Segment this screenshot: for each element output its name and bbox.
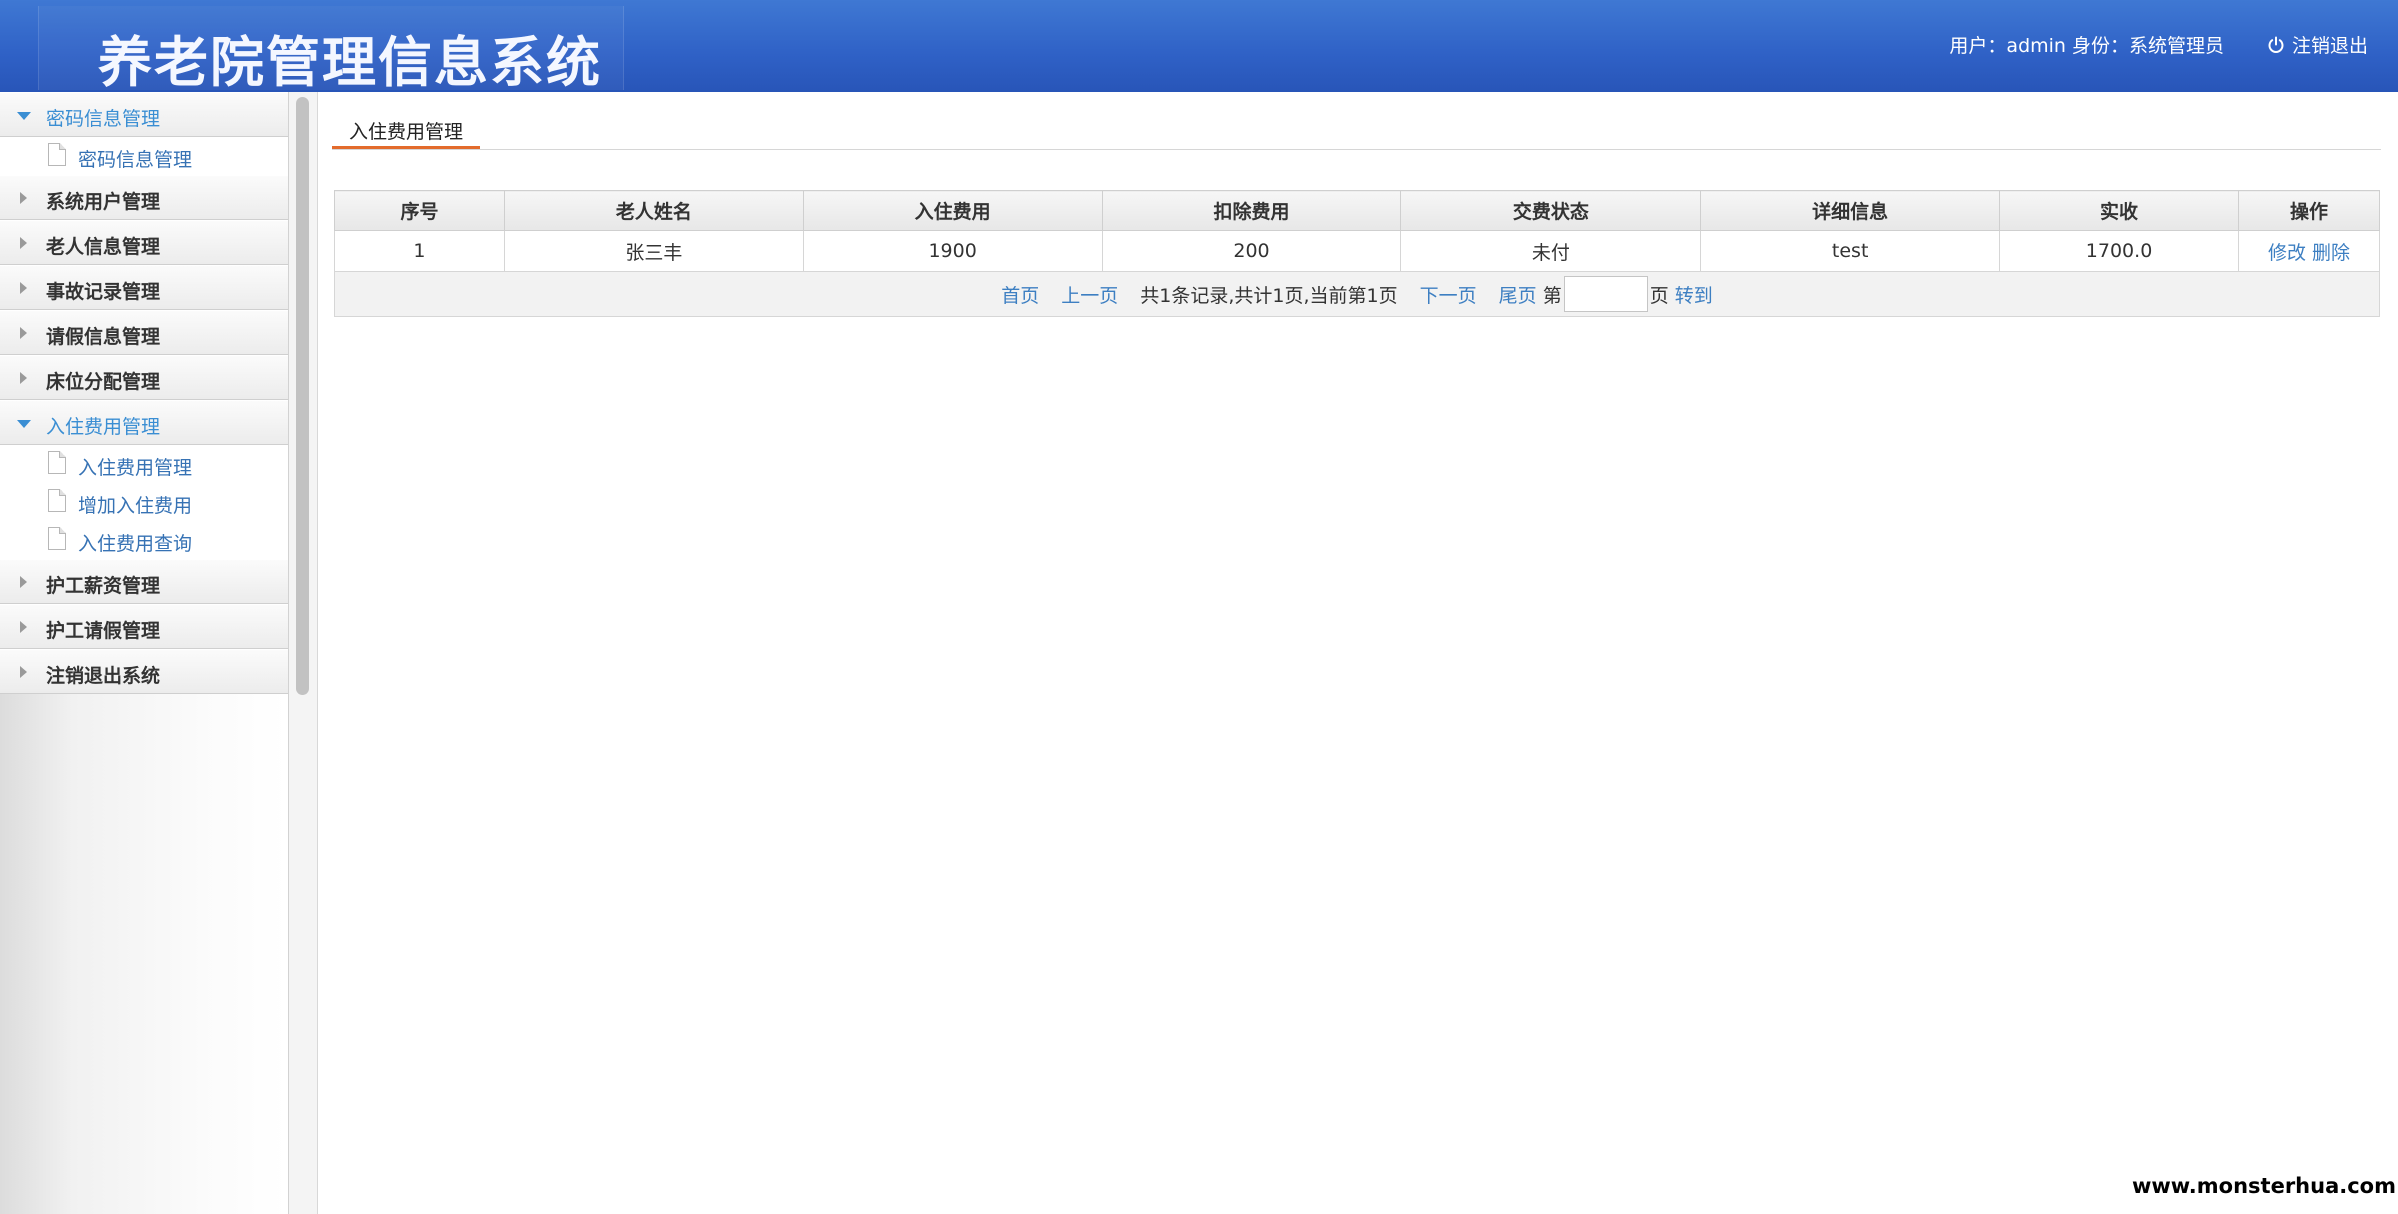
menu-group-bed-allocation[interactable]: 床位分配管理 [0,355,288,400]
menu-group-label: 密码信息管理 [46,108,161,130]
menu-group-password[interactable]: 密码信息管理 [0,92,288,137]
cell-name: 张三丰 [503,230,804,272]
user-info: 用户：admin 身份：系统管理员 [1949,35,2224,57]
pager-summary: 共1条记录,共计1页,当前第1页 [1140,284,1398,307]
cell-status: 未付 [1400,230,1702,272]
menu-group-accident-records[interactable]: 事故记录管理 [0,265,288,310]
tab-bar: 入住费用管理 [332,112,2381,150]
submenu-checkin-fees: 入住费用管理 增加入住费用 入住费用查询 [0,445,288,559]
menu-group-caregiver-leave[interactable]: 护工请假管理 [0,604,288,649]
submenu-item-label: 密码信息管理 [78,149,193,171]
column-header: 序号 [334,190,505,231]
submenu-item-fee-query[interactable]: 入住费用查询 [0,521,288,559]
power-icon [2268,36,2284,53]
submenu-item-label: 入住费用管理 [78,457,193,479]
top-header: 养老院管理信息系统 用户：admin 身份：系统管理员 注销退出 [0,0,2398,94]
submenu-item-password-manage[interactable]: 密码信息管理 [0,137,288,175]
column-header: 入住费用 [802,190,1103,231]
cell-no: 1 [334,230,505,272]
collapsed-arrow-icon [20,327,27,339]
column-header: 操作 [2237,190,2381,231]
submenu-item-add-fee[interactable]: 增加入住费用 [0,483,288,521]
submenu-password: 密码信息管理 [0,137,288,175]
menu-group-label: 护工薪资管理 [46,575,161,597]
prev-page-link[interactable]: 上一页 [1061,281,1118,308]
submenu-item-label: 增加入住费用 [78,495,193,517]
first-page-link[interactable]: 首页 [1001,281,1039,308]
menu-group-caregiver-salary[interactable]: 护工薪资管理 [0,559,288,604]
column-header: 实收 [1999,190,2239,231]
menu-group-label: 护工请假管理 [46,620,161,642]
next-page-link[interactable]: 下一页 [1420,281,1477,308]
collapsed-arrow-icon [20,621,27,633]
collapsed-arrow-icon [20,372,27,384]
collapsed-arrow-icon [20,282,27,294]
cell-actual: 1700.0 [1999,230,2239,272]
menu-group-label: 请假信息管理 [46,326,161,348]
collapsed-arrow-icon [20,576,27,588]
logout-button[interactable]: 注销退出 [2266,31,2368,58]
menu-group-system-users[interactable]: 系统用户管理 [0,175,288,220]
tab-fee-manage[interactable]: 入住费用管理 [332,112,480,149]
pager: 首页 上一页 共1条记录,共计1页,当前第1页 下一页 尾页 第 页 转到 [334,271,2380,317]
menu-group-logout-system[interactable]: 注销退出系统 [0,649,288,694]
menu-group-label: 入住费用管理 [46,416,161,438]
menu-group-label: 老人信息管理 [46,236,161,258]
submenu-item-label: 入住费用查询 [78,533,193,555]
collapsed-arrow-icon [20,192,27,204]
table-row: 1 张三丰 1900 200 未付 test 1700.0 修改 删除 [334,230,2381,272]
tab-label: 入住费用管理 [349,121,464,143]
document-icon [48,527,66,550]
fee-table: 序号 老人姓名 入住费用 扣除费用 交费状态 详细信息 实收 操作 1 张三丰 … [334,190,2381,317]
column-header: 扣除费用 [1101,190,1402,231]
edit-link[interactable]: 修改 [2268,242,2306,264]
table-header-row: 序号 老人姓名 入住费用 扣除费用 交费状态 详细信息 实收 操作 [334,190,2381,231]
sidebar-scrollbar-thumb[interactable] [296,97,309,695]
go-to-page-link[interactable]: 转到 [1675,281,1713,308]
watermark: www.monsterhua.com [2131,1174,2396,1198]
menu-group-label: 床位分配管理 [46,371,161,393]
menu-group-leave-info[interactable]: 请假信息管理 [0,310,288,355]
logout-label: 注销退出 [2291,35,2368,57]
cell-actions: 修改 删除 [2237,230,2381,272]
menu-group-elder-info[interactable]: 老人信息管理 [0,220,288,265]
submenu-item-fee-manage[interactable]: 入住费用管理 [0,445,288,483]
column-header: 详细信息 [1700,190,2001,231]
delete-link[interactable]: 删除 [2312,242,2350,264]
document-icon [48,489,66,512]
page-prefix: 第 [1542,284,1562,307]
menu-group-label: 注销退出系统 [46,665,161,687]
page-number-input[interactable] [1563,276,1648,312]
menu-group-label: 系统用户管理 [46,191,161,213]
collapsed-arrow-icon [20,237,27,249]
document-icon [48,451,66,474]
cell-detail: test [1700,230,2001,272]
menu-group-checkin-fees[interactable]: 入住费用管理 [0,400,288,445]
page-suffix: 页 [1649,284,1669,307]
column-header: 交费状态 [1400,190,1702,231]
collapsed-arrow-icon [20,666,27,678]
expanded-arrow-icon [17,420,31,428]
menu-group-label: 事故记录管理 [46,281,161,303]
expanded-arrow-icon [17,112,31,120]
main-content: 入住费用管理 序号 老人姓名 入住费用 扣除费用 交费状态 详细信息 实收 操作… [318,92,2398,1214]
pager-row: 首页 上一页 共1条记录,共计1页,当前第1页 下一页 尾页 第 页 转到 [334,271,2380,317]
cell-fee: 1900 [802,230,1103,272]
sidebar: 密码信息管理 密码信息管理 系统用户管理 老人信息管理 事故记录管理 请假信息管… [0,92,289,1214]
cell-deduct: 200 [1101,230,1402,272]
app-title: 养老院管理信息系统 [98,31,602,94]
document-icon [48,143,66,166]
column-header: 老人姓名 [503,190,804,231]
last-page-link[interactable]: 尾页 [1499,281,1537,308]
